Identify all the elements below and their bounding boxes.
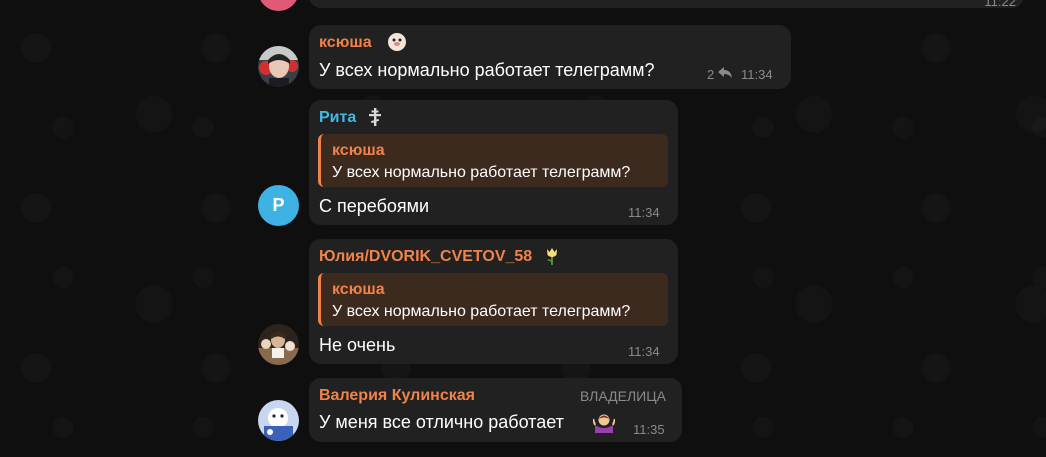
message-time: 11:34: [628, 205, 660, 220]
avatar-yulia[interactable]: [258, 324, 299, 365]
seal-emoji-icon: [387, 32, 407, 57]
message-bubble[interactable]: Валерия Кулинская ВЛАДЕЛИЦА У меня все о…: [309, 378, 682, 442]
message-text: У всех нормально работает телеграмм?: [319, 60, 655, 80]
message-time: 11:22: [984, 0, 1016, 9]
admin-role-badge: ВЛАДЕЛИЦА: [580, 388, 666, 404]
message-time: 11:35: [633, 422, 665, 437]
sender-name[interactable]: Юлия/DVORIK_CVETOV_58: [319, 248, 532, 266]
orthodox-cross-emoji-icon: [365, 107, 385, 132]
message-bubble[interactable]: Рита ксюша У всех нормально работает тел…: [309, 100, 678, 225]
message-time: 11:34: [628, 344, 660, 359]
reply-count[interactable]: 2: [707, 67, 714, 82]
message-bubble[interactable]: Юлия/DVORIK_CVETOV_58 ксюша У всех норма…: [309, 239, 678, 364]
quote-sender: ксюша: [332, 281, 385, 298]
quote-text: У всех нормально работает телеграмм?: [332, 303, 631, 320]
message-bubble-partial[interactable]: 11:22: [309, 0, 1024, 9]
avatar-photo-icon: [258, 46, 299, 87]
reply-quote[interactable]: ксюша У всех нормально работает телеграм…: [318, 134, 668, 187]
sender-name[interactable]: Валерия Кулинская: [319, 387, 475, 405]
chat-message-list[interactable]: 11:22 ксюша У всех нормально работает те…: [0, 0, 1046, 457]
quote-sender: ксюша: [332, 142, 385, 159]
tulip-emoji-icon: [542, 246, 562, 271]
reply-arrow-icon: [717, 66, 733, 85]
avatar[interactable]: [258, 0, 299, 11]
message-bubble[interactable]: ксюша У всех нормально работает телеграм…: [309, 25, 791, 89]
avatar-photo-icon: [258, 324, 299, 365]
reply-quote[interactable]: ксюша У всех нормально работает телеграм…: [318, 273, 668, 326]
message-text: С перебоями: [319, 196, 430, 216]
avatar-letter: Р: [272, 195, 285, 215]
sender-name[interactable]: ксюша: [319, 34, 372, 52]
avatar-ksyusha[interactable]: [258, 46, 299, 87]
shrug-emoji-icon: [592, 411, 616, 438]
quote-text: У всех нормально работает телеграмм?: [332, 164, 631, 181]
avatar-valeria[interactable]: [258, 400, 299, 441]
message-text: У меня все отлично работает: [319, 412, 564, 432]
sender-name[interactable]: Рита: [319, 109, 356, 127]
message-time: 11:34: [741, 67, 773, 82]
avatar-rita[interactable]: Р: [258, 185, 299, 226]
message-text: Не очень: [319, 335, 396, 355]
avatar-photo-icon: [258, 400, 299, 441]
